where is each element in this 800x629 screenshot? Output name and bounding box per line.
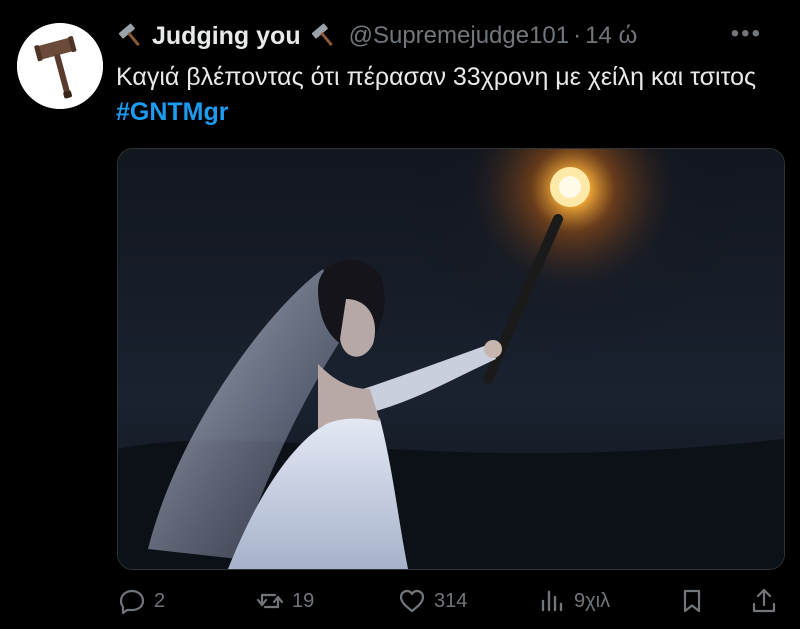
tweet-media-image[interactable] (117, 148, 785, 570)
bookmark-button[interactable] (678, 584, 706, 618)
views-button[interactable]: 9χιλ (538, 584, 610, 618)
hammer-icon (309, 21, 339, 51)
reply-icon (119, 589, 145, 615)
tweet-header: Judging you @Supremejudge101 · 14 ώ ••• (116, 18, 780, 54)
hashtag-link[interactable]: #GNTMgr (116, 98, 229, 126)
retweet-count: 19 (292, 589, 315, 612)
avatar[interactable] (17, 23, 103, 109)
user-handle[interactable]: @Supremejudge101 (349, 22, 570, 50)
separator-dot: · (573, 22, 582, 49)
tweet-body: Καγιά βλέποντας ότι πέρασαν 33χρονη με χ… (116, 63, 757, 91)
tweet-card[interactable]: Judging you @Supremejudge101 · 14 ώ ••• … (0, 0, 800, 629)
like-button[interactable]: 314 (398, 584, 467, 618)
more-dots-icon[interactable]: ••• (731, 20, 762, 48)
bookmark-icon (683, 589, 701, 613)
like-count: 314 (434, 589, 468, 612)
display-name[interactable]: Judging you (152, 22, 301, 51)
action-bar: 2 19 314 9χιλ (110, 584, 790, 618)
hammer-icon (116, 21, 146, 51)
timestamp[interactable]: 14 ώ (585, 22, 637, 50)
share-icon (752, 588, 776, 613)
retweet-icon (256, 593, 284, 609)
reply-button[interactable]: 2 (118, 584, 165, 618)
share-button[interactable] (750, 584, 778, 618)
heart-icon (399, 589, 425, 613)
views-icon (541, 590, 563, 612)
gavel-icon (17, 23, 103, 109)
tweet-text: Καγιά βλέποντας ότι πέρασαν 33χρονη με χ… (116, 60, 776, 130)
retweet-button[interactable]: 19 (256, 584, 314, 618)
views-count: 9χιλ (574, 589, 611, 612)
reply-count: 2 (154, 589, 166, 612)
